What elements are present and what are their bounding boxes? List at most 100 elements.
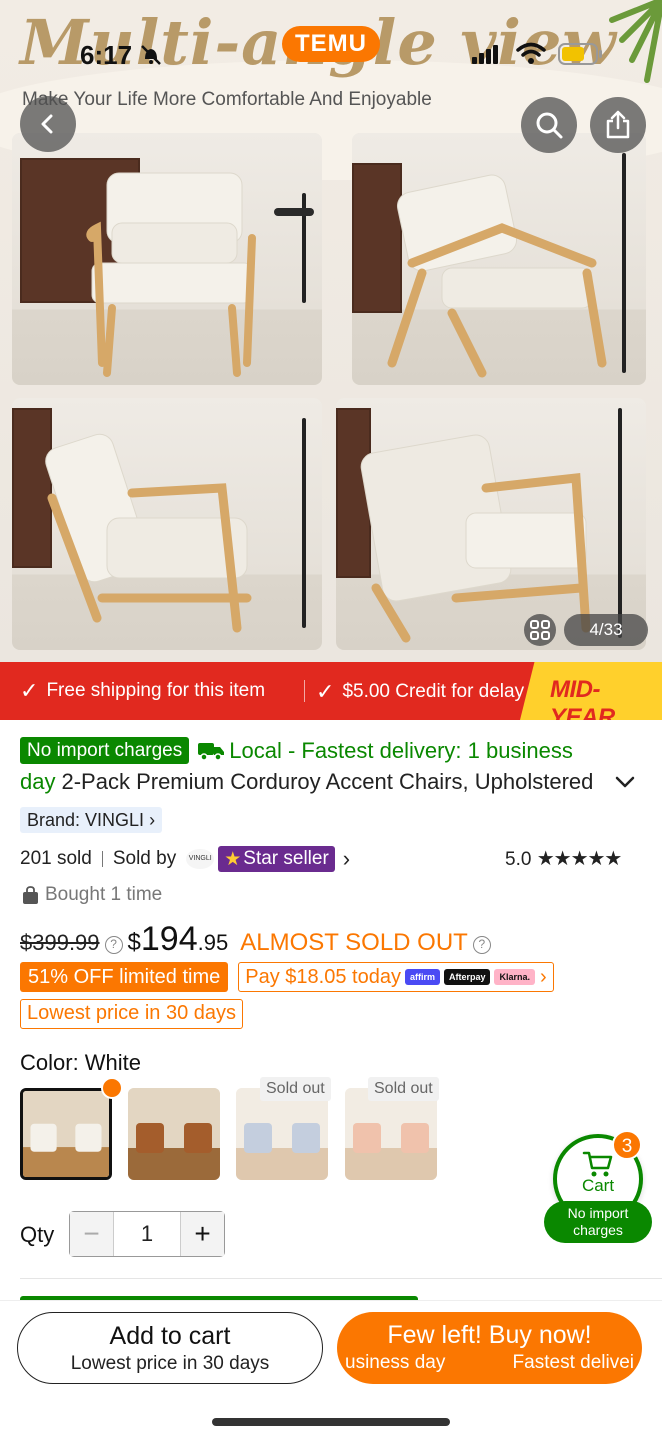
qty-increase-button[interactable]: + (180, 1212, 224, 1256)
sold-by-label: Sold by (112, 848, 177, 869)
cellular-signal-icon (472, 45, 498, 64)
bell-muted-icon (141, 45, 161, 65)
brand-label: Brand: VINGLI (27, 810, 145, 830)
star-seller-badge: ★ Star seller (218, 846, 335, 872)
color-swatch-white[interactable] (20, 1088, 112, 1180)
buy-now-label: Few left! Buy now! (387, 1321, 592, 1349)
original-price: $399.99 (20, 930, 100, 955)
afterpay-logo: Afterpay (443, 969, 491, 985)
swatch-image (236, 1088, 328, 1180)
star-seller-label: Star seller (243, 848, 329, 869)
qty-value[interactable]: 1 (114, 1212, 180, 1256)
product-image-hero[interactable]: Multi-angle view Make Your Life More Com… (0, 0, 662, 662)
shipping-banner[interactable]: ✓ Free shipping for this item ✓ $5.00 Cr… (0, 662, 662, 720)
discount-row: 51% OFF limited time Pay $18.05 today af… (20, 962, 554, 992)
hero-subtitle: Make Your Life More Comfortable And Enjo… (22, 89, 432, 110)
chair-photo-side (12, 398, 322, 650)
color-label: Color: White (20, 1050, 142, 1075)
star-icon: ★ (224, 848, 242, 870)
free-shipping-item: ✓ Free shipping for this item (20, 662, 265, 720)
chair-photo-angled (352, 133, 646, 385)
chevron-left-icon (41, 114, 53, 134)
price-decimal: .95 (197, 930, 229, 955)
shopping-bag-icon (23, 885, 38, 904)
section-divider (20, 1278, 662, 1279)
price-integer: 194 (140, 920, 198, 958)
seller-logo: VINGLI (186, 849, 215, 869)
qty-label: Qty (20, 1222, 55, 1247)
swatch-image (345, 1088, 437, 1180)
bought-history: Bought 1 time (22, 882, 162, 908)
banner-divider (304, 680, 305, 702)
chair-photo-back (336, 398, 646, 650)
home-indicator[interactable] (212, 1418, 450, 1426)
delay-credit-item: ✓ $5.00 Credit for delay (316, 662, 526, 720)
question-icon[interactable]: ? (472, 936, 491, 954)
fire-icon (101, 1077, 123, 1099)
chair-photo-front (12, 133, 322, 385)
bought-text: Bought 1 time (45, 884, 163, 905)
stock-status: ALMOST SOLD OUT (240, 929, 468, 956)
lowest-price-badge: Lowest price in 30 days (20, 999, 244, 1029)
sold-out-tag: Sold out (368, 1077, 439, 1101)
share-button[interactable] (590, 97, 646, 153)
delivery-info-row: No import charges Local - Fastest delive… (20, 737, 573, 764)
search-icon (536, 112, 563, 139)
color-swatch-brown[interactable] (128, 1088, 220, 1180)
sold-out-tag: Sold out (260, 1077, 331, 1101)
cart-count-badge: 3 (612, 1130, 642, 1160)
sold-count: 201 sold (20, 848, 92, 869)
quantity-stepper: − 1 + (69, 1211, 225, 1257)
question-icon[interactable]: ? (104, 936, 123, 954)
free-shipping-text: Free shipping for this item (46, 680, 266, 701)
temu-logo-badge: TEMU (282, 26, 380, 62)
check-icon: ✓ (316, 678, 335, 704)
battery-icon (558, 43, 602, 65)
check-icon: ✓ (20, 678, 39, 703)
buy-now-sublabel-right: Fastest delivei (512, 1352, 634, 1373)
mid-year-promo-label: MID-YEAR (550, 676, 615, 720)
rating-summary[interactable]: 5.0 ★★★★★ (505, 846, 623, 871)
gallery-grid-button[interactable] (524, 614, 556, 646)
product-title: 2-Pack Premium Corduroy Accent Chairs, U… (61, 769, 594, 794)
price-currency: $ (127, 929, 141, 956)
local-delivery-text: Local - Fastest delivery: 1 business (229, 737, 573, 763)
seller-row[interactable]: 201 sold Sold by VINGLI ★ Star seller › (20, 846, 350, 872)
color-swatch-blue[interactable] (236, 1088, 328, 1180)
search-button[interactable] (521, 97, 577, 153)
discount-badge: 51% OFF limited time (20, 962, 229, 992)
buy-now-sublabel-left: usiness day (345, 1352, 446, 1373)
brand-link[interactable]: Brand: VINGLI › (20, 807, 163, 833)
chevron-right-icon: › (342, 846, 351, 871)
back-button[interactable] (20, 96, 76, 152)
add-to-cart-label: Add to cart (109, 1322, 231, 1350)
product-title-row[interactable]: day 2-Pack Premium Corduroy Accent Chairs… (20, 769, 610, 795)
price-row: $399.99 ? $ 194 .95 ALMOST SOLD OUT ? (20, 920, 496, 960)
color-swatch-orange[interactable] (345, 1088, 437, 1180)
add-to-cart-sublabel: Lowest price in 30 days (70, 1353, 270, 1374)
image-page-counter: 4/33 (564, 614, 648, 646)
buy-now-sublabel: usiness day Fastest delivei (337, 1352, 642, 1374)
cart-icon[interactable] (582, 1150, 614, 1178)
swatch-image (23, 1091, 109, 1177)
buy-now-button[interactable]: Few left! Buy now! usiness day Fastest d… (337, 1312, 642, 1384)
chevron-right-icon: › (540, 965, 547, 988)
cart-label[interactable]: Cart (553, 1176, 643, 1196)
status-time: 6:17 (80, 40, 133, 70)
share-icon (606, 110, 630, 139)
cart-no-import-note: No import charges (544, 1201, 652, 1243)
grid-icon (530, 620, 550, 640)
rating-stars: ★★★★★ (536, 848, 623, 870)
separator (101, 851, 103, 867)
chevron-down-icon[interactable] (614, 774, 636, 790)
add-to-cart-button[interactable]: Add to cart Lowest price in 30 days (17, 1312, 323, 1384)
qty-decrease-button[interactable]: − (70, 1212, 114, 1256)
local-delivery-text-cont: day (20, 769, 56, 794)
pay-later-badge[interactable]: Pay $18.05 today affirm Afterpay Klarna.… (238, 962, 554, 992)
delay-credit-text: $5.00 Credit for delay (342, 680, 525, 702)
pay-today-text: Pay $18.05 today (245, 965, 401, 988)
truck-icon (198, 742, 225, 761)
chevron-right-icon: › (149, 810, 156, 830)
wifi-icon (516, 42, 546, 64)
swatch-image (128, 1088, 220, 1180)
